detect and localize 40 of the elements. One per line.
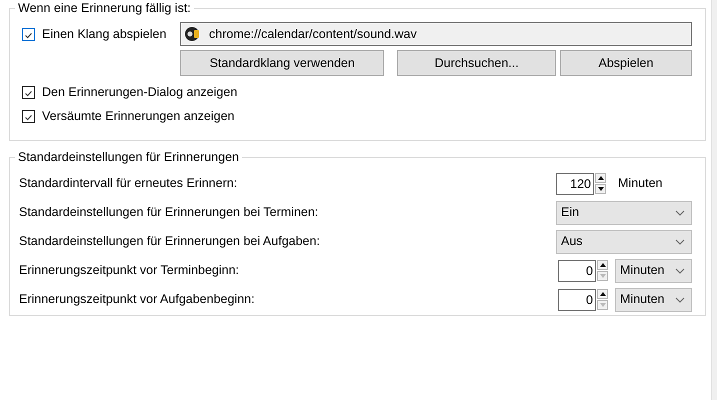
number-field[interactable]: 0 — [558, 288, 596, 310]
triangle-down-icon — [600, 274, 606, 278]
chevron-down-icon — [675, 238, 687, 244]
checkbox-label: Einen Klang abspielen — [42, 26, 166, 43]
speaker-icon — [185, 26, 201, 42]
field-label: Standardeinstellungen für Erinnerungen bei Aufgaben: — [19, 233, 320, 250]
unit-dropdown[interactable]: Minuten — [615, 288, 692, 312]
unit-dropdown[interactable]: Minuten — [615, 258, 692, 282]
checkbox[interactable] — [22, 110, 35, 122]
group-title: Wenn eine Erinnerung fällig ist: — [15, 1, 194, 16]
spin-up-button[interactable] — [597, 260, 608, 270]
checkbox[interactable] — [22, 28, 35, 40]
chevron-down-icon — [675, 210, 687, 216]
chevron-down-icon — [675, 268, 687, 274]
group-title: Standardeinstellungen für Erinnerungen — [15, 150, 242, 165]
triangle-up-icon — [598, 176, 604, 180]
play-button[interactable]: Abspielen — [560, 50, 692, 76]
field-label: Standardintervall für erneutes Erinnern: — [19, 175, 238, 192]
triangle-up-icon — [600, 292, 606, 296]
spin-up-button[interactable] — [597, 289, 608, 299]
number-field[interactable]: 0 — [558, 260, 596, 282]
checkbox-label: Den Erinnerungen-Dialog anzeigen — [42, 84, 238, 101]
number-field[interactable]: 120 — [556, 172, 594, 194]
dropdown[interactable]: Ein — [556, 200, 692, 224]
file-path-field: chrome://calendar/content/sound.wav — [180, 22, 692, 46]
browse-button[interactable]: Durchsuchen... — [397, 50, 556, 76]
triangle-down-icon — [600, 303, 606, 307]
triangle-down-icon — [598, 187, 604, 191]
spin-up-button[interactable] — [595, 173, 606, 183]
spin-down-button[interactable] — [595, 184, 606, 194]
dropdown[interactable]: Aus — [556, 230, 692, 254]
field-label: Erinnerungszeitpunkt vor Aufgabenbeginn: — [19, 291, 255, 308]
field-label: Erinnerungszeitpunkt vor Terminbeginn: — [19, 262, 240, 280]
triangle-up-icon — [600, 263, 606, 267]
chevron-down-icon — [675, 296, 687, 302]
unit-label: Minuten — [618, 175, 664, 192]
field-label: Standardeinstellungen für Erinnerungen bei Terminen: — [19, 204, 318, 222]
checkbox-label: Versäumte Erinnerungen anzeigen — [42, 108, 234, 125]
use-default-sound-button[interactable]: Standardklang verwenden — [180, 50, 384, 76]
checkbox[interactable] — [22, 86, 35, 98]
